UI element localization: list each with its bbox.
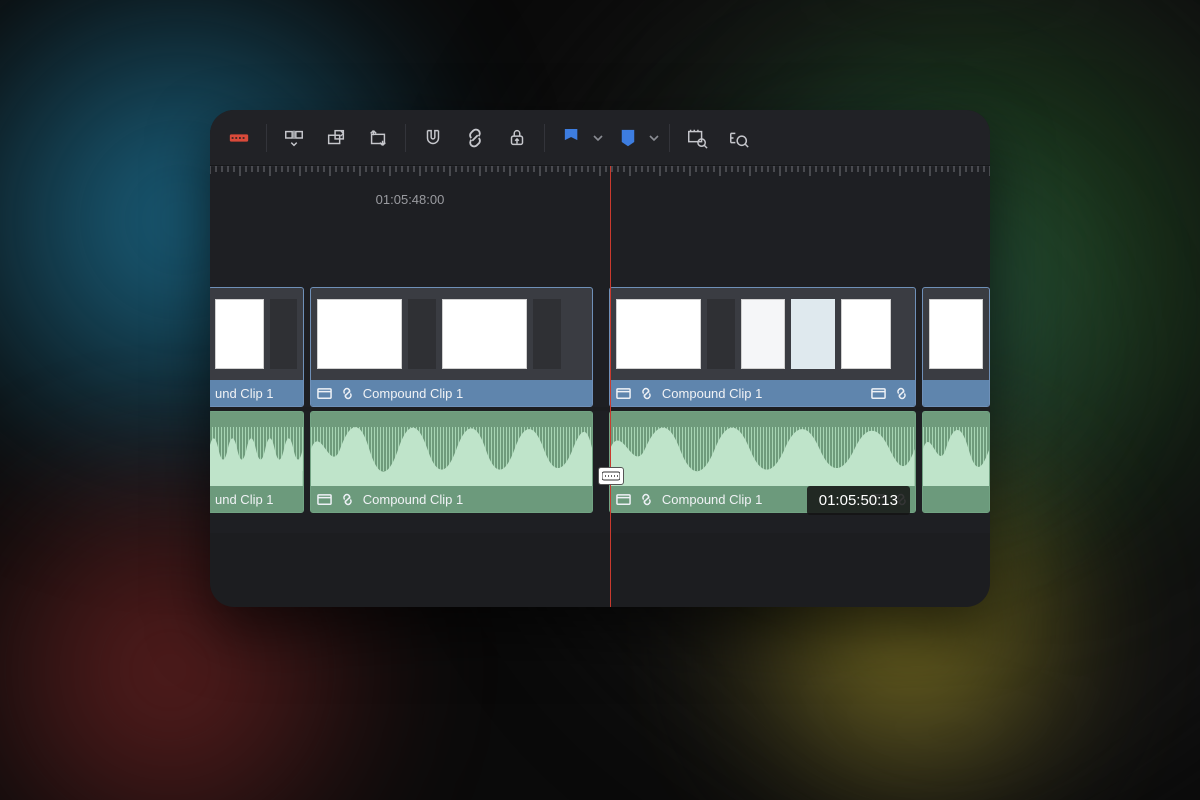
link-icon xyxy=(340,492,355,507)
flag-icon[interactable] xyxy=(553,121,591,155)
clip-type-icon xyxy=(616,386,631,401)
link-icon xyxy=(639,386,654,401)
clip-label: Compound Clip 1 xyxy=(363,492,463,507)
video-track[interactable]: und Clip 1 Compound Clip 1 Compound Clip… xyxy=(210,287,990,407)
playhead[interactable] xyxy=(610,166,611,607)
timeline-toolbar xyxy=(210,110,990,166)
marker-dropdown[interactable] xyxy=(647,121,661,155)
audio-clip[interactable] xyxy=(922,411,990,513)
video-clip[interactable]: Compound Clip 1 xyxy=(609,287,916,407)
link-icon xyxy=(340,386,355,401)
separator xyxy=(669,124,670,152)
timeline-panel: 01:05:48:00 und Clip 1 Compound Clip 1 C… xyxy=(210,110,990,607)
blade-tool-icon[interactable] xyxy=(220,121,258,155)
razor-cursor-icon xyxy=(598,467,624,485)
video-clip[interactable]: Compound Clip 1 xyxy=(310,287,593,407)
clip-type-icon xyxy=(317,492,332,507)
replace-clip-icon[interactable] xyxy=(359,121,397,155)
ruler-timecode: 01:05:48:00 xyxy=(210,188,990,215)
link-icon xyxy=(894,386,909,401)
link-icon xyxy=(639,492,654,507)
separator xyxy=(266,124,267,152)
separator xyxy=(405,124,406,152)
video-clip[interactable] xyxy=(922,287,990,407)
clip-label: Compound Clip 1 xyxy=(363,386,463,401)
video-clip[interactable]: und Clip 1 xyxy=(210,287,304,407)
timeline-ruler-area: 01:05:48:00 xyxy=(210,166,990,287)
clip-label: Compound Clip 1 xyxy=(662,386,762,401)
zoom-detail-icon[interactable] xyxy=(720,121,758,155)
clip-label: Compound Clip 1 xyxy=(662,492,762,507)
flag-dropdown[interactable] xyxy=(591,121,605,155)
clip-label: und Clip 1 xyxy=(215,492,274,507)
clip-type-icon xyxy=(616,492,631,507)
audio-clip[interactable]: Compound Clip 1 xyxy=(310,411,593,513)
insert-clip-icon[interactable] xyxy=(275,121,313,155)
clip-type-icon xyxy=(871,386,886,401)
zoom-full-icon[interactable] xyxy=(678,121,716,155)
clip-label: und Clip 1 xyxy=(215,386,274,401)
audio-clip[interactable]: und Clip 1 xyxy=(210,411,304,513)
overwrite-clip-icon[interactable] xyxy=(317,121,355,155)
marker-icon[interactable] xyxy=(609,121,647,155)
link-icon[interactable] xyxy=(456,121,494,155)
clip-type-icon xyxy=(317,386,332,401)
timecode-tooltip: 01:05:50:13 xyxy=(807,486,910,515)
snap-icon[interactable] xyxy=(414,121,452,155)
lock-position-icon[interactable] xyxy=(498,121,536,155)
timeline-ruler[interactable] xyxy=(210,166,990,188)
separator xyxy=(544,124,545,152)
